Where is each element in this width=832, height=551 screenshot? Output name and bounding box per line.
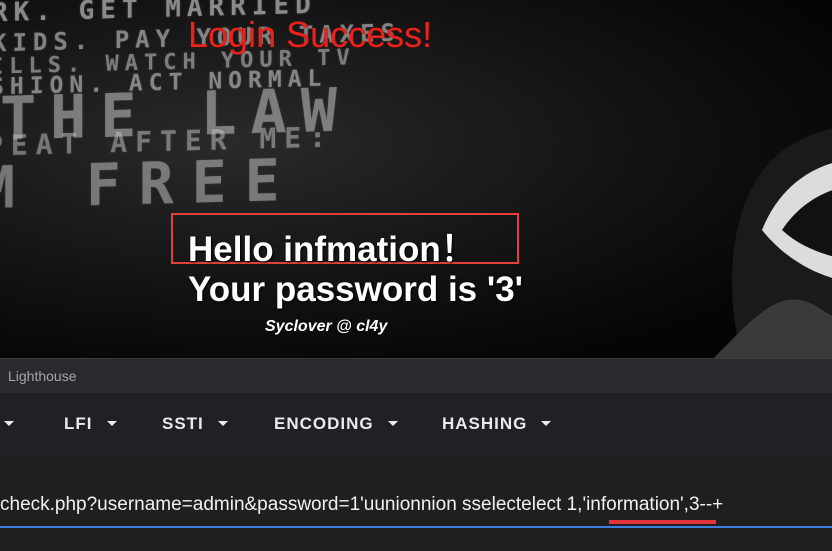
menu-dropdown-partial[interactable]	[4, 393, 14, 454]
greeting-text: Hello infmation！	[188, 230, 476, 269]
hackbar-url-area: check.php?username=admin&password=1'uuni…	[0, 454, 832, 551]
caret-down-icon	[387, 421, 398, 426]
menu-ssti[interactable]: SSTI	[162, 393, 228, 454]
caret-down-icon	[4, 421, 14, 426]
annotation-underline	[609, 520, 716, 524]
menu-label: LFI	[64, 413, 93, 433]
url-input-value[interactable]: check.php?username=admin&password=1'uuni…	[0, 494, 723, 516]
background-text-line: M FREE	[0, 145, 298, 223]
web-page-hero: RK. GET MARRIED KIDS. PAY YOUR TAXES ILL…	[0, 0, 832, 358]
caret-down-icon	[217, 421, 228, 426]
password-result-text: Your password is '3'	[188, 270, 523, 309]
hooded-figure-image	[713, 128, 832, 358]
menu-lfi[interactable]: LFI	[64, 393, 117, 454]
menu-hashing[interactable]: HASHING	[442, 393, 552, 454]
menu-label: HASHING	[442, 413, 528, 433]
menu-label: SSTI	[162, 413, 204, 433]
caret-down-icon	[106, 421, 117, 426]
login-success-message: Login Success!	[188, 14, 433, 55]
credit-text: Syclover @ cl4y	[265, 318, 388, 335]
tab-lighthouse[interactable]: Lighthouse	[8, 368, 77, 384]
hackbar-toolbar: LFI SSTI ENCODING HASHING	[0, 393, 832, 454]
devtools-tab-bar: Lighthouse	[0, 358, 832, 393]
caret-down-icon	[541, 421, 552, 426]
menu-encoding[interactable]: ENCODING	[274, 393, 398, 454]
menu-label: ENCODING	[274, 413, 374, 433]
